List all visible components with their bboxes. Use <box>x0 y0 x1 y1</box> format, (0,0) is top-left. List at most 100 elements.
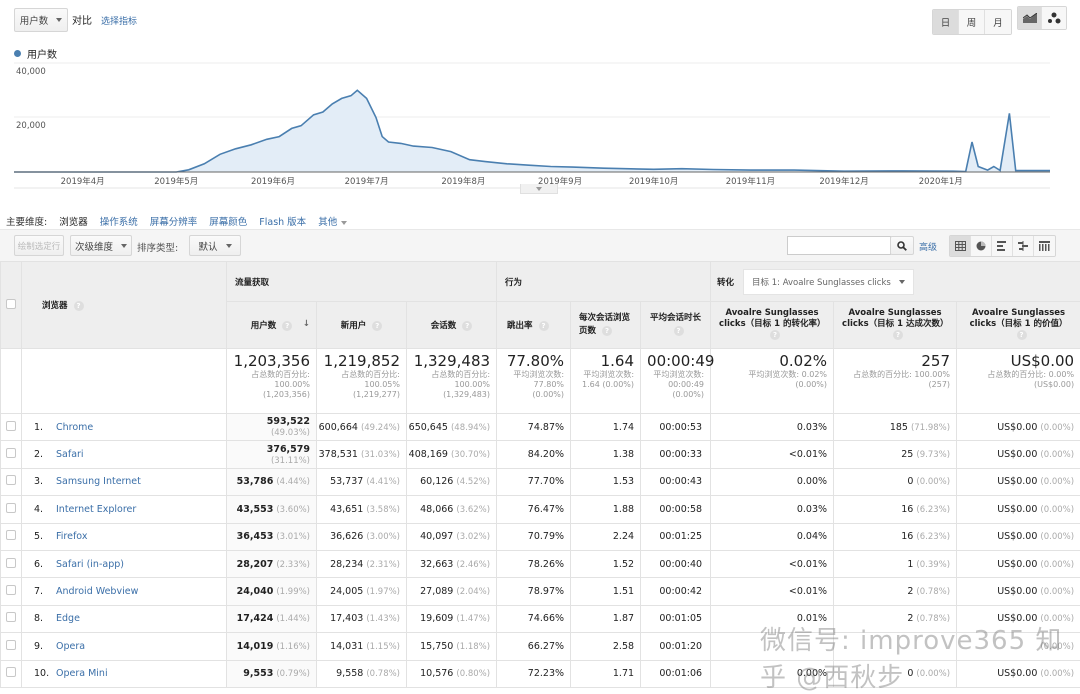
dimension-flash-version[interactable]: Flash 版本 <box>259 214 306 228</box>
browser-link[interactable]: Samsung Internet <box>56 476 141 487</box>
new-users-cell: 28,234 (2.31%) <box>317 550 407 577</box>
search-button[interactable] <box>890 236 914 255</box>
row-checkbox[interactable] <box>6 667 16 677</box>
period-day-button[interactable]: 日 <box>933 10 959 34</box>
goal-value-cell: US$0.00 (0.00%) <box>957 468 1080 495</box>
sessions-value: 650,645 <box>409 422 448 433</box>
sessions-pct: (2.04%) <box>456 587 490 597</box>
select-all-checkbox[interactable] <box>6 299 16 309</box>
goal-conv-rate-cell: 0.00% <box>711 468 834 495</box>
chart-collapse-handle[interactable] <box>520 184 558 194</box>
totals-subtext: 平均浏览次数: 77.80% (0.00%) <box>503 370 564 400</box>
row-checkbox[interactable] <box>6 640 16 650</box>
col-bounce-rate[interactable]: 跳出率? <box>497 302 571 349</box>
help-icon[interactable]: ? <box>282 321 292 331</box>
row-checkbox[interactable] <box>6 585 16 595</box>
totals-cell: 77.80% 平均浏览次数: 77.80% (0.00%) <box>497 349 571 414</box>
goal-completions-cell: 0 (0.00%) <box>834 468 957 495</box>
view-pivot-button[interactable] <box>1034 236 1055 256</box>
sessions-value: 19,609 <box>420 613 453 624</box>
row-checkbox[interactable] <box>6 503 16 513</box>
dimension-screen-colors[interactable]: 屏幕颜色 <box>209 214 247 228</box>
pivot-table-icon <box>1039 241 1050 251</box>
col-sessions[interactable]: 会话数? <box>407 302 497 349</box>
users-value: 43,553 <box>237 504 274 515</box>
dimension-browser[interactable]: 浏览器 <box>59 214 88 228</box>
users-value: 593,522 <box>267 416 310 427</box>
chevron-down-icon <box>899 280 905 284</box>
metric-select[interactable]: 用户数 <box>14 8 68 32</box>
row-checkbox[interactable] <box>6 530 16 540</box>
view-performance-button[interactable] <box>992 236 1013 256</box>
totals-value: 1,329,483 <box>413 353 490 370</box>
browser-link[interactable]: Android Webview <box>56 586 138 597</box>
sessions-pct: (3.02%) <box>456 532 490 542</box>
row-checkbox[interactable] <box>6 612 16 622</box>
col-goal-conversion-rate[interactable]: Avoalre Sunglasses clicks（目标 1 的转化率）? <box>711 302 834 349</box>
help-icon[interactable]: ? <box>372 321 382 331</box>
help-icon[interactable]: ? <box>539 321 549 331</box>
sessions-pct: (1.47%) <box>456 614 490 624</box>
col-new-users[interactable]: 新用户? <box>317 302 407 349</box>
browser-cell: 8.Edge <box>22 605 227 632</box>
row-checkbox[interactable] <box>6 421 16 431</box>
secondary-dimension-select[interactable]: 次级维度 <box>70 235 132 256</box>
col-goal-completions[interactable]: Avoalre Sunglasses clicks（目标 1 达成次数）? <box>834 302 957 349</box>
browser-link[interactable]: Opera <box>56 641 85 652</box>
row-select-cell <box>1 523 22 550</box>
period-month-button[interactable]: 月 <box>985 10 1011 34</box>
select-metric-link[interactable]: 选择指标 <box>101 14 137 27</box>
col-goal-value[interactable]: Avoalre Sunglasses clicks（目标 1 的价值）? <box>957 302 1080 349</box>
help-icon[interactable]: ? <box>893 330 903 340</box>
help-icon[interactable]: ? <box>462 321 472 331</box>
browser-link[interactable]: Safari <box>56 449 84 460</box>
dimension-screen-resolution[interactable]: 屏幕分辨率 <box>150 214 198 228</box>
advanced-filter-link[interactable]: 高级 <box>919 240 937 253</box>
chevron-down-icon <box>56 18 62 22</box>
goal-select[interactable]: 目标 1: Avoalre Sunglasses clicks <box>743 269 914 295</box>
col-pages-per-session[interactable]: 每次会话浏览页数? <box>571 302 641 349</box>
view-data-button[interactable] <box>950 236 971 256</box>
browser-link[interactable]: Firefox <box>56 531 87 542</box>
line-chart-button[interactable] <box>1018 7 1042 29</box>
totals-value: 0.02% <box>717 353 827 370</box>
row-checkbox[interactable] <box>6 558 16 568</box>
row-select-cell <box>1 550 22 577</box>
totals-subtext: 平均浏览次数: 00:00:49 (0.00%) <box>647 370 704 400</box>
goal-completions-value: 25 <box>901 449 913 460</box>
goal-conv-rate-cell: 0.03% <box>711 414 834 441</box>
help-icon[interactable]: ? <box>602 326 612 336</box>
browser-link[interactable]: Opera Mini <box>56 668 108 679</box>
row-checkbox[interactable] <box>6 448 16 458</box>
select-all-cell <box>1 262 22 349</box>
sort-type-select[interactable]: 默认 <box>189 235 241 256</box>
browser-link[interactable]: Safari (in-app) <box>56 559 124 570</box>
users-pct: (0.79%) <box>276 669 310 679</box>
dimension-other[interactable]: 其他 <box>318 214 347 228</box>
col-avg-session-duration[interactable]: 平均会话时长? <box>641 302 711 349</box>
goal-value-value: US$0.00 <box>997 531 1037 542</box>
browser-link[interactable]: Chrome <box>56 422 93 433</box>
table-search-input[interactable] <box>787 236 891 255</box>
dimension-os[interactable]: 操作系统 <box>100 214 138 228</box>
view-pie-button[interactable] <box>971 236 992 256</box>
help-icon[interactable]: ? <box>74 301 84 311</box>
totals-cell: 1.64 平均浏览次数: 1.64 (0.00%) <box>571 349 641 414</box>
period-week-button[interactable]: 周 <box>959 10 985 34</box>
dimension-header[interactable]: 浏览器? <box>22 262 227 349</box>
help-icon[interactable]: ? <box>770 330 780 340</box>
goal-value-cell: US$0.00 (0.00%) <box>957 496 1080 523</box>
help-icon[interactable]: ? <box>1017 330 1027 340</box>
browser-link[interactable]: Edge <box>56 613 80 624</box>
help-icon[interactable]: ? <box>674 326 684 336</box>
motion-chart-button[interactable] <box>1042 7 1066 29</box>
row-checkbox[interactable] <box>6 475 16 485</box>
users-trend-chart: 40,000 20,000 2019年4月2019年5月2019年6月2019年… <box>0 60 1080 200</box>
plot-rows-button[interactable]: 绘制选定行 <box>14 235 64 256</box>
col-users[interactable]: 用户数?↓ <box>227 302 317 349</box>
users-value: 376,579 <box>267 444 310 455</box>
view-comparison-button[interactable] <box>1013 236 1034 256</box>
avg-duration-cell: 00:00:42 <box>641 578 711 605</box>
browser-link[interactable]: Internet Explorer <box>56 504 136 515</box>
goal-completions-pct: (0.39%) <box>916 560 950 570</box>
